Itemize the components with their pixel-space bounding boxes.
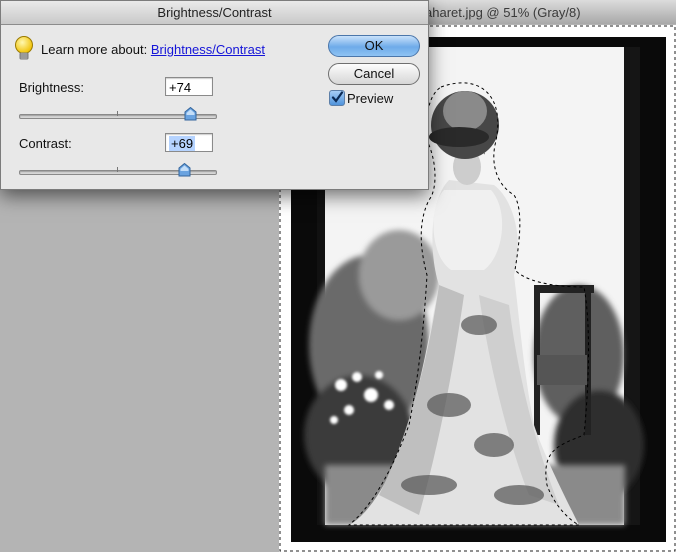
learn-more-prefix: Learn more about: (41, 42, 151, 57)
preview-label[interactable]: Preview (347, 91, 393, 106)
checkmark-icon (331, 91, 344, 103)
contrast-slider-thumb[interactable] (178, 163, 191, 177)
ok-button[interactable]: OK (328, 35, 420, 57)
contrast-value: +69 (169, 136, 196, 151)
dialog-title[interactable]: Brightness/Contrast (1, 1, 428, 25)
contrast-slider-center-tick (117, 167, 118, 172)
brightness-field[interactable]: +74 (165, 77, 213, 96)
contrast-label: Contrast: (19, 136, 72, 151)
brightness-slider-thumb[interactable] (184, 107, 197, 121)
brightness-contrast-dialog: Brightness/Contrast Learn more about: Br… (0, 0, 429, 190)
cancel-button[interactable]: Cancel (328, 63, 420, 85)
brightness-value: +74 (169, 80, 192, 95)
brightness-slider-center-tick (117, 111, 118, 116)
lightbulb-icon (13, 35, 35, 66)
document-title-bar[interactable]: aharet.jpg @ 51% (Gray/8) (425, 0, 676, 25)
document-title: aharet.jpg @ 51% (Gray/8) (425, 5, 581, 20)
brightness-label: Brightness: (19, 80, 85, 95)
contrast-field[interactable]: +69 (165, 133, 213, 152)
preview-checkbox[interactable] (329, 90, 345, 106)
learn-more-link[interactable]: Brightness/Contrast (151, 42, 265, 57)
